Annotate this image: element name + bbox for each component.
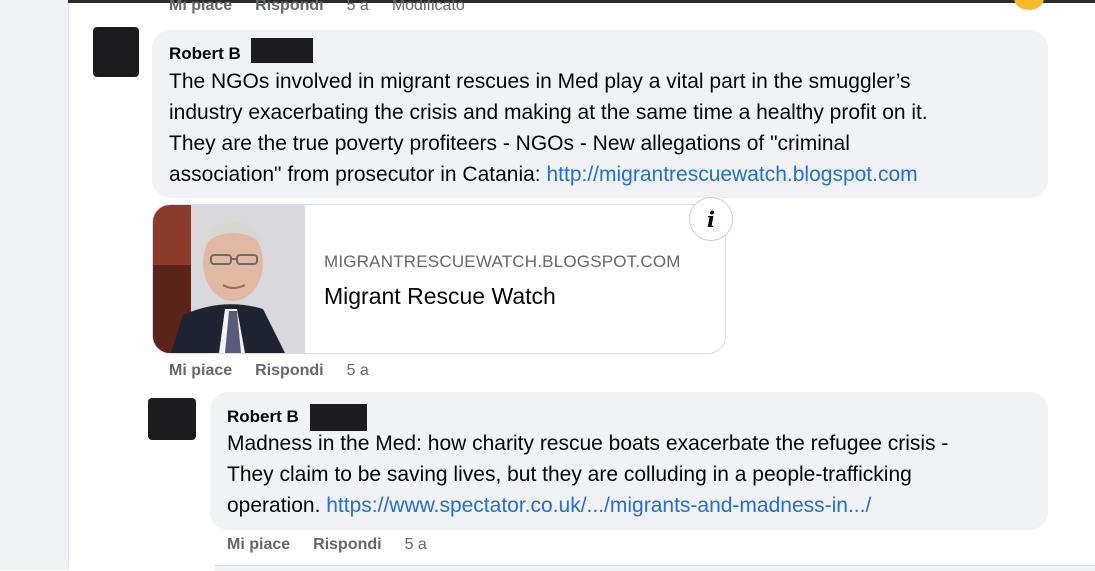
comment-text: The NGOs involved in migrant rescues in …	[169, 66, 928, 190]
reply-text-line-start: operation.	[227, 494, 327, 517]
reply-button[interactable]: Rispondi	[255, 0, 323, 15]
avatar[interactable]	[93, 27, 139, 77]
reply-actions: Mi piace Rispondi 5 a	[227, 536, 450, 554]
reply-button[interactable]: Rispondi	[313, 536, 381, 554]
edited-label: Modificato	[391, 0, 465, 14]
reply-text-line: Madness in the Med: how charity rescue b…	[227, 432, 949, 455]
comment-author[interactable]: Robert B	[169, 44, 241, 64]
timestamp[interactable]: 5 a	[347, 0, 369, 15]
timestamp[interactable]: 5 a	[347, 362, 369, 380]
comment-text-line: They are the true poverty profiteers - N…	[169, 132, 850, 155]
info-icon[interactable]: i	[689, 197, 733, 241]
like-button[interactable]: Mi piace	[169, 362, 232, 380]
redaction-box	[251, 38, 313, 63]
comment-text-line: association" from prosecutor in Catania:…	[169, 159, 928, 190]
comment-actions: Mi piace Rispondi 5 a	[169, 362, 392, 380]
like-button[interactable]: Mi piace	[169, 0, 232, 15]
preview-domain: MIGRANTRESCUEWATCH.BLOGSPOT.COM	[324, 252, 681, 271]
timestamp[interactable]: 5 a	[405, 536, 427, 554]
person-photo-icon	[153, 205, 304, 353]
reply-author[interactable]: Robert B	[227, 407, 299, 427]
reply-text: Madness in the Med: how charity rescue b…	[227, 428, 948, 521]
comment-text-line-start: association" from prosecutor in Catania:	[169, 163, 547, 186]
reply-button[interactable]: Rispondi	[255, 362, 323, 380]
reply-link[interactable]: https://www.spectator.co.uk/.../migrants…	[326, 494, 871, 517]
next-comment-edge	[215, 565, 1095, 571]
redaction-box	[310, 404, 367, 431]
like-button[interactable]: Mi piace	[227, 536, 290, 554]
preview-thumbnail	[153, 205, 305, 353]
comment-text-line: The NGOs involved in migrant rescues in …	[169, 70, 911, 93]
link-preview-card[interactable]: MIGRANTRESCUEWATCH.BLOGSPOT.COM Migrant …	[152, 204, 726, 354]
comment-text-line: industry exacerbating the crisis and mak…	[169, 101, 928, 124]
left-gutter	[0, 0, 69, 570]
reaction-emoji-icon[interactable]	[1014, 0, 1044, 10]
comment-link[interactable]: http://migrantrescuewatch.blogspot.com	[546, 163, 917, 186]
preview-title[interactable]: Migrant Rescue Watch	[324, 283, 556, 310]
prev-comment-actions: Mi piace Rispondi 5 a Modificato	[169, 0, 488, 15]
reply-text-line: operation. https://www.spectator.co.uk/.…	[227, 490, 948, 521]
reply-text-line: They claim to be saving lives, but they …	[227, 463, 912, 486]
avatar[interactable]	[148, 398, 196, 440]
